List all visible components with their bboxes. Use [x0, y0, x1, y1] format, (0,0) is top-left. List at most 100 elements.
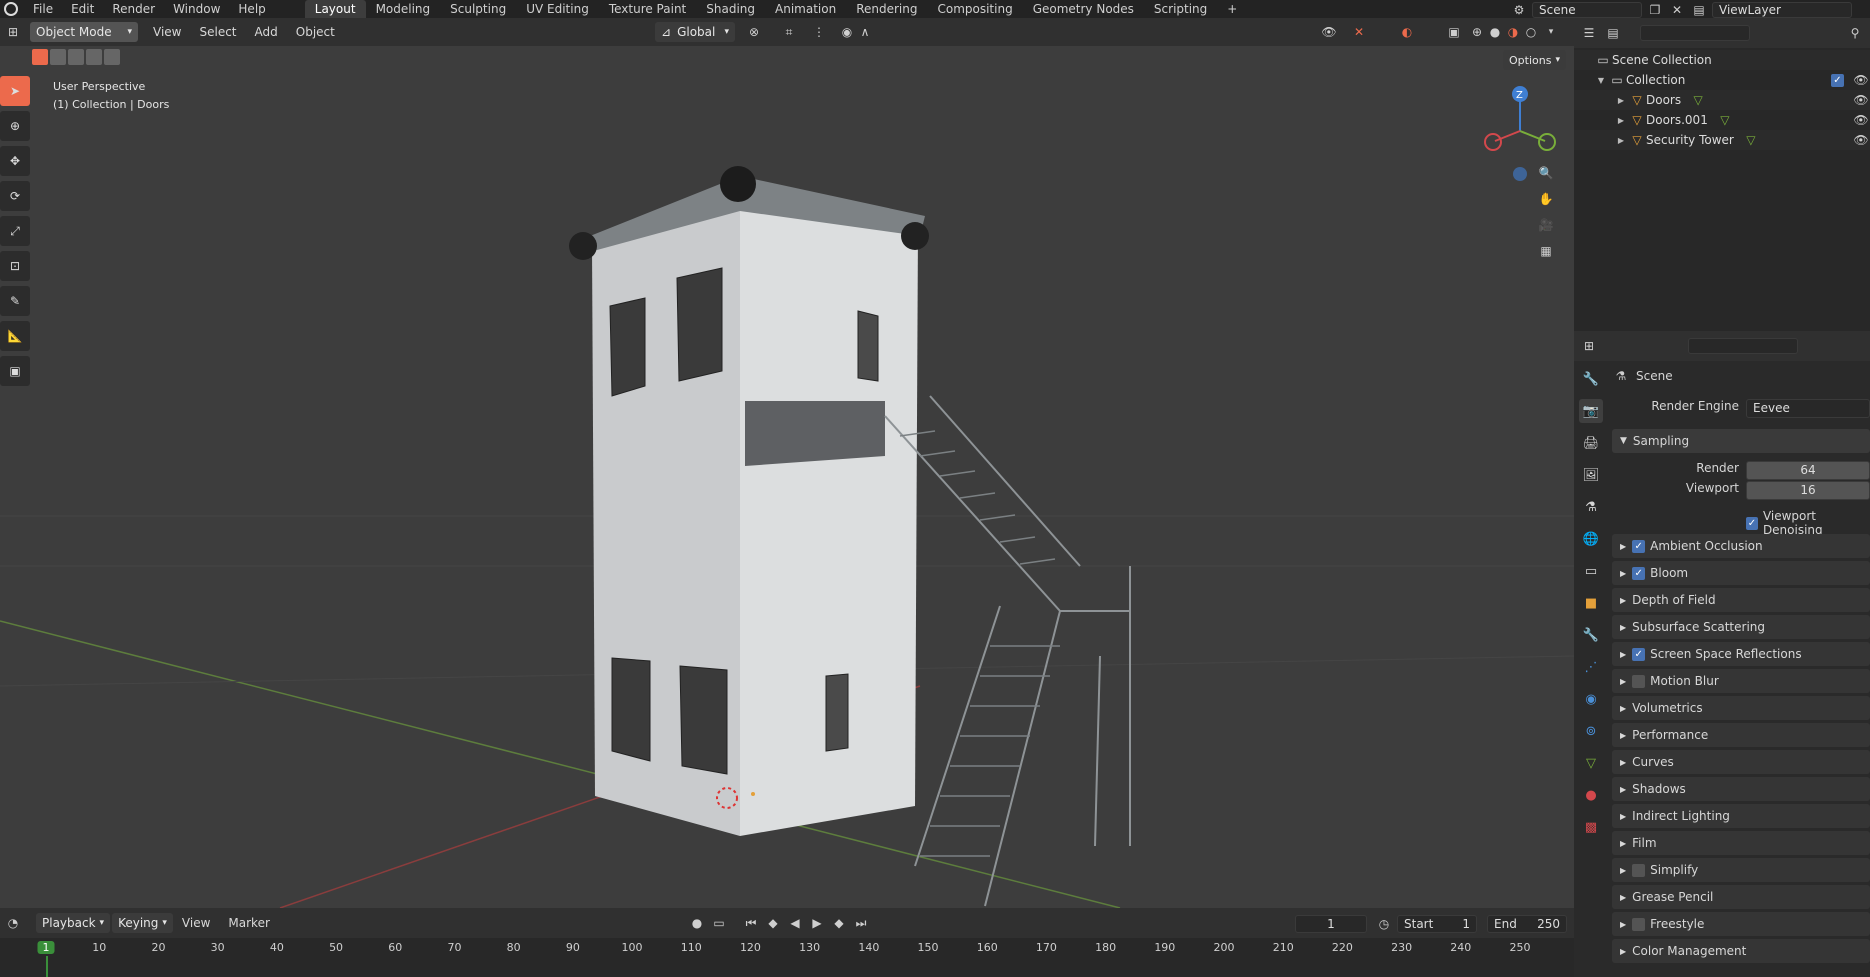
- menu-edit[interactable]: Edit: [62, 2, 103, 16]
- properties-editor-icon[interactable]: ⊞: [1580, 337, 1598, 355]
- xray-icon[interactable]: ▣: [1445, 23, 1463, 41]
- properties-search-input[interactable]: [1688, 338, 1798, 354]
- playhead-frame[interactable]: 1: [37, 941, 55, 954]
- panel-header-motion-blur[interactable]: ▶ Motion Blur: [1612, 669, 1870, 693]
- eye-icon[interactable]: 👁: [1852, 91, 1870, 109]
- tab-scripting[interactable]: Scripting: [1144, 0, 1217, 18]
- sampling-panel-header[interactable]: ▼ Sampling: [1612, 429, 1870, 453]
- shading-dropdown-icon[interactable]: ▾: [1542, 23, 1560, 41]
- panel-header-performance[interactable]: ▶ Performance: [1612, 723, 1870, 747]
- expand-triangle-icon[interactable]: ▶: [1614, 136, 1628, 145]
- scene-icon[interactable]: ⚙: [1510, 1, 1528, 19]
- transform-tool-icon[interactable]: ⊡: [0, 251, 30, 281]
- clock-icon[interactable]: ◷: [1375, 915, 1393, 933]
- menu-object[interactable]: Object: [287, 25, 344, 39]
- panel-enable-checkbox[interactable]: [1632, 863, 1646, 877]
- tab-modeling[interactable]: Modeling: [366, 0, 441, 18]
- camera-view-icon[interactable]: 🎥: [1537, 216, 1555, 234]
- rendered-shading-icon[interactable]: ○: [1522, 23, 1540, 41]
- prev-keyframe-icon[interactable]: ◆: [764, 914, 782, 932]
- tab-sculpting[interactable]: Sculpting: [440, 0, 516, 18]
- panel-enable-checkbox[interactable]: [1632, 917, 1646, 931]
- overlay-icon[interactable]: ◐: [1398, 23, 1416, 41]
- editor-type-icon[interactable]: ⊞: [4, 23, 22, 41]
- expand-triangle-icon[interactable]: ▶: [1614, 96, 1628, 105]
- visibility-icon[interactable]: 👁: [1320, 23, 1338, 41]
- record-icon[interactable]: ●: [688, 914, 706, 932]
- mode-selector[interactable]: Object Mode ▾: [30, 22, 138, 42]
- menu-help[interactable]: Help: [229, 2, 274, 16]
- tab-uv-editing[interactable]: UV Editing: [516, 0, 599, 18]
- gizmo-icon[interactable]: ✕: [1350, 23, 1368, 41]
- tab-rendering[interactable]: Rendering: [846, 0, 927, 18]
- playhead-line[interactable]: [46, 956, 48, 977]
- render-tab-icon[interactable]: 📷: [1579, 399, 1603, 423]
- delete-scene-icon[interactable]: ✕: [1668, 1, 1686, 19]
- panel-header-film[interactable]: ▶ Film: [1612, 831, 1870, 855]
- panel-header-subsurface-scattering[interactable]: ▶ Subsurface Scattering: [1612, 615, 1870, 639]
- panel-enable-checkbox[interactable]: [1632, 674, 1646, 688]
- auto-key-icon[interactable]: ▭: [710, 914, 728, 932]
- exclude-checkbox[interactable]: ✓: [1831, 73, 1844, 87]
- panel-header-bloom[interactable]: ▶ ✓ Bloom: [1612, 561, 1870, 585]
- display-mode-icon[interactable]: ▤: [1604, 24, 1622, 42]
- panel-header-simplify[interactable]: ▶ Simplify: [1612, 858, 1870, 882]
- viewport-samples-field[interactable]: 16: [1746, 481, 1870, 500]
- annotate-tool-icon[interactable]: ✎: [0, 286, 30, 316]
- rotate-tool-icon[interactable]: ⟳: [0, 181, 30, 211]
- play-icon[interactable]: ▶: [808, 914, 826, 932]
- view-layer-tab-icon[interactable]: 🖼: [1579, 463, 1603, 487]
- panel-header-screen-space-reflections[interactable]: ▶ ✓ Screen Space Reflections: [1612, 642, 1870, 666]
- measure-tool-icon[interactable]: 📐: [0, 321, 30, 351]
- next-keyframe-icon[interactable]: ◆: [830, 914, 848, 932]
- tab-layout[interactable]: Layout: [304, 0, 366, 18]
- keying-menu[interactable]: Keying ▾: [112, 913, 173, 933]
- outliner-row-scene-collection[interactable]: ▭ Scene Collection: [1574, 50, 1870, 70]
- pan-hand-icon[interactable]: ✋: [1537, 190, 1555, 208]
- menu-select[interactable]: Select: [190, 25, 245, 39]
- output-tab-icon[interactable]: 🖨: [1579, 431, 1603, 455]
- outliner-editor-icon[interactable]: ☰: [1580, 24, 1598, 42]
- ortho-grid-icon[interactable]: ▦: [1537, 242, 1555, 260]
- expand-triangle-icon[interactable]: ▶: [1614, 116, 1628, 125]
- eye-icon[interactable]: 👁: [1852, 131, 1870, 149]
- menu-render[interactable]: Render: [103, 2, 164, 16]
- 3d-viewport[interactable]: User Perspective (1) Collection | Doors …: [0, 46, 1574, 908]
- panel-header-shadows[interactable]: ▶ Shadows: [1612, 777, 1870, 801]
- scene-selector[interactable]: Scene: [1532, 2, 1642, 18]
- cursor-tool-icon[interactable]: ⊕: [0, 111, 30, 141]
- jump-start-icon[interactable]: ⏮: [742, 914, 760, 932]
- pivot-icon[interactable]: ⊗: [745, 23, 763, 41]
- move-tool-icon[interactable]: ✥: [0, 146, 30, 176]
- outliner-row-collection[interactable]: ▼ ▭ Collection ✓ 👁: [1574, 70, 1870, 90]
- transform-orientation-dropdown[interactable]: ⊿ Global ▾: [655, 22, 735, 42]
- jump-end-icon[interactable]: ⏭: [852, 914, 870, 932]
- panel-header-volumetrics[interactable]: ▶ Volumetrics: [1612, 696, 1870, 720]
- eye-icon[interactable]: 👁: [1852, 111, 1870, 129]
- panel-header-freestyle[interactable]: ▶ Freestyle: [1612, 912, 1870, 936]
- blender-logo-icon[interactable]: [4, 2, 18, 16]
- solid-shading-icon[interactable]: ●: [1486, 23, 1504, 41]
- outliner-row-doors[interactable]: ▶ ▽ Doors ▽ 👁: [1574, 90, 1870, 110]
- material-shading-icon[interactable]: ◑: [1504, 23, 1522, 41]
- zoom-icon[interactable]: 🔍: [1537, 164, 1555, 182]
- menu-window[interactable]: Window: [164, 2, 229, 16]
- add-cube-tool-icon[interactable]: ▣: [0, 356, 30, 386]
- tab-shading[interactable]: Shading: [696, 0, 765, 18]
- expand-triangle-icon[interactable]: ▼: [1594, 76, 1608, 85]
- play-reverse-icon[interactable]: ◀: [786, 914, 804, 932]
- panel-header-color-management[interactable]: ▶ Color Management: [1612, 939, 1870, 963]
- add-workspace-button[interactable]: +: [1217, 0, 1247, 18]
- tool-tab-icon[interactable]: 🔧: [1579, 367, 1603, 391]
- panel-header-ambient-occlusion[interactable]: ▶ ✓ Ambient Occlusion: [1612, 534, 1870, 558]
- panel-enable-checkbox[interactable]: ✓: [1632, 647, 1646, 661]
- timeline-marker-menu[interactable]: Marker: [219, 916, 278, 930]
- menu-add[interactable]: Add: [246, 25, 287, 39]
- panel-header-indirect-lighting[interactable]: ▶ Indirect Lighting: [1612, 804, 1870, 828]
- end-frame-field[interactable]: End 250: [1487, 915, 1567, 933]
- tab-texture-paint[interactable]: Texture Paint: [599, 0, 696, 18]
- render-samples-field[interactable]: 64: [1746, 461, 1870, 480]
- view-layer-selector[interactable]: ViewLayer: [1712, 2, 1852, 18]
- playback-menu[interactable]: Playback ▾: [36, 913, 111, 933]
- panel-header-curves[interactable]: ▶ Curves: [1612, 750, 1870, 774]
